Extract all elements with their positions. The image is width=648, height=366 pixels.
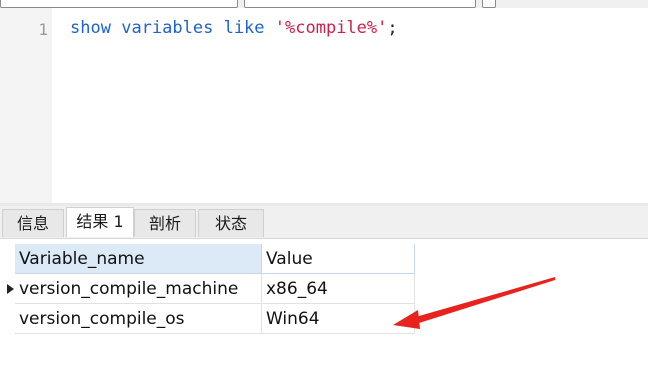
toolbar xyxy=(0,0,648,8)
column-header-variable-name[interactable]: Variable_name xyxy=(15,244,262,274)
cell-value[interactable]: Win64 xyxy=(262,304,415,334)
keyword-like: like xyxy=(223,18,265,38)
semicolon: ; xyxy=(387,18,398,38)
red-arrow-icon xyxy=(393,277,555,329)
tab-status[interactable]: 状态 xyxy=(198,209,264,237)
column-header-value[interactable]: Value xyxy=(262,244,415,274)
tab-profile[interactable]: 剖析 xyxy=(134,209,196,237)
cell-variable-name[interactable]: version_compile_machine xyxy=(15,274,262,304)
line-gutter: 1 xyxy=(0,8,52,203)
triangle-right-icon xyxy=(7,284,14,294)
toolbar-control[interactable] xyxy=(482,0,496,8)
database-dropdown[interactable] xyxy=(244,0,476,8)
tab-info[interactable]: 信息 xyxy=(2,209,64,237)
string-literal: '%compile%' xyxy=(274,18,388,38)
tab-result-1[interactable]: 结果 1 xyxy=(66,207,134,237)
line-number: 1 xyxy=(38,20,48,39)
result-tab-bar: 信息 结果 1 剖析 状态 xyxy=(0,206,648,239)
code-line[interactable]: show variables like '%compile%'; xyxy=(70,18,398,38)
keyword-variables: variables xyxy=(121,18,214,38)
connection-dropdown[interactable] xyxy=(0,0,238,8)
sql-editor[interactable]: 1 show variables like '%compile%'; xyxy=(0,8,648,203)
cell-variable-name[interactable]: version_compile_os xyxy=(15,304,262,334)
cell-value[interactable]: x86_64 xyxy=(262,274,415,304)
keyword-show: show xyxy=(70,18,111,38)
